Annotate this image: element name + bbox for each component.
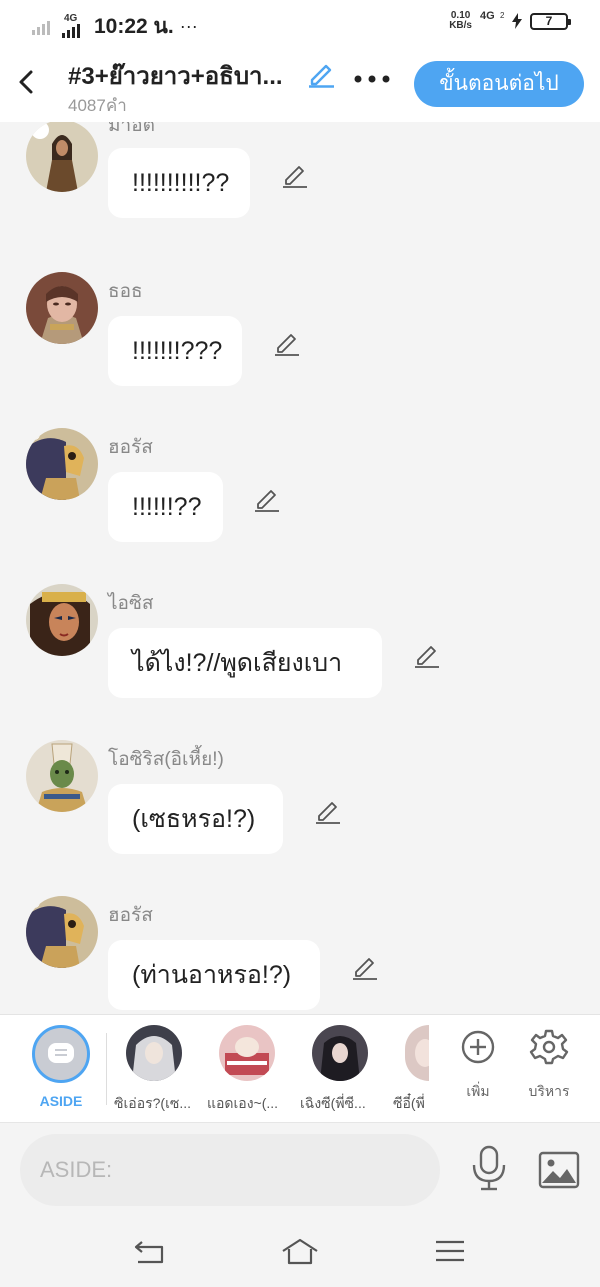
network-speed: 0.10 KB/s <box>449 11 472 31</box>
sender-name: ฮอรัส <box>108 437 153 458</box>
chat-area[interactable]: มาอัต !!!!!!!!!!?? ธอธ !!!!!!!??? ฮอรัส … <box>0 122 600 1014</box>
character-image <box>126 1025 182 1081</box>
character-avatar[interactable] <box>219 1025 275 1081</box>
avatar[interactable] <box>26 584 98 656</box>
character-label[interactable]: ซีอี๋(พี่ <box>393 1093 429 1115</box>
manage-gear-icon[interactable] <box>524 1027 574 1067</box>
edit-message-icon[interactable] <box>313 796 343 826</box>
sender-name: มาอัต <box>108 122 155 136</box>
avatar-image <box>26 740 98 812</box>
message-bubble[interactable]: (เซธหรอ!?) <box>108 784 283 854</box>
image-icon[interactable] <box>538 1151 580 1189</box>
status-dots: ··· <box>179 16 198 36</box>
microphone-icon[interactable] <box>470 1145 508 1191</box>
manage-label[interactable]: บริหาร <box>514 1081 584 1103</box>
message-bubble[interactable]: !!!!!!!!!!?? <box>108 148 250 218</box>
character-image <box>312 1025 368 1081</box>
network-indicator-right: 4G 2 <box>480 10 504 32</box>
system-nav-bar <box>0 1220 600 1287</box>
story-title[interactable]: #3+ย๊าวยาว+อธิบา... <box>68 56 283 95</box>
avatar-image <box>26 584 98 656</box>
message-row: โอซิริส(อิเหี้ย!) (เซธหรอ!?) <box>0 734 600 890</box>
message-row: มาอัต !!!!!!!!!!?? <box>0 122 600 266</box>
edit-message-icon[interactable] <box>272 328 302 358</box>
avatar-image <box>26 272 98 344</box>
back-button[interactable] <box>14 64 42 100</box>
message-bubble[interactable]: (ท่านอาหรอ!?) <box>108 940 320 1010</box>
message-bubble[interactable]: !!!!!!!??? <box>108 316 242 386</box>
sender-name: ธอธ <box>108 281 143 302</box>
add-character-icon[interactable] <box>453 1027 503 1067</box>
avatar[interactable] <box>26 122 98 192</box>
battery-level: 7 <box>545 13 553 28</box>
nav-home-icon[interactable] <box>280 1236 320 1266</box>
character-image <box>405 1025 429 1081</box>
sender-name: ไอซิส <box>108 593 154 614</box>
next-step-button[interactable]: ขั้นตอนต่อไป <box>414 61 584 107</box>
character-image <box>219 1025 275 1081</box>
input-bar <box>0 1122 600 1220</box>
nav-menu-icon[interactable] <box>430 1236 470 1266</box>
character-picker: ASIDE ซิเอ่อร?(เซ... แอดเอง~(... เฉิงซี(… <box>0 1014 600 1122</box>
edit-message-icon[interactable] <box>280 160 310 190</box>
add-character-label[interactable]: เพิ่ม <box>443 1081 513 1103</box>
message-row: ฮอรัส !!!!!!?? <box>0 422 600 578</box>
avatar-image <box>26 122 98 192</box>
avatar[interactable] <box>26 896 98 968</box>
character-avatar[interactable] <box>126 1025 182 1081</box>
edit-title-icon[interactable] <box>306 58 336 88</box>
status-time: 10:22 น. <box>94 15 174 38</box>
message-bubble[interactable]: !!!!!!?? <box>108 472 223 542</box>
network-sub-right: 2 <box>500 11 505 20</box>
edit-message-icon[interactable] <box>350 952 380 982</box>
aside-chat-icon[interactable] <box>32 1025 90 1083</box>
status-right: 0.10 KB/s 4G 2 7 <box>449 10 571 32</box>
signal-icon-4g <box>62 23 80 38</box>
avatar[interactable] <box>26 428 98 500</box>
character-label[interactable]: เฉิงซี(พี่ซี... <box>300 1093 386 1115</box>
network-label-left: 4G <box>64 12 78 24</box>
network-indicator-left: 4G <box>62 12 88 38</box>
character-avatar[interactable] <box>405 1025 429 1081</box>
edit-message-icon[interactable] <box>412 640 442 670</box>
character-label[interactable]: ซิเอ่อร?(เซ... <box>114 1093 200 1115</box>
message-row: ธอธ !!!!!!!??? <box>0 266 600 422</box>
more-options-icon[interactable] <box>352 68 392 90</box>
character-label[interactable]: แอดเอง~(... <box>207 1093 293 1115</box>
network-label-right: 4G <box>480 10 495 22</box>
aside-label[interactable]: ASIDE <box>26 1093 96 1109</box>
edit-message-icon[interactable] <box>252 484 282 514</box>
character-avatar[interactable] <box>312 1025 368 1081</box>
signal-icon-left <box>32 20 50 35</box>
picker-divider <box>106 1033 107 1105</box>
status-left: 4G 10:22 น. ··· <box>32 10 198 43</box>
message-input[interactable] <box>20 1134 440 1206</box>
charging-icon <box>512 13 522 29</box>
sender-name: ฮอรัส <box>108 905 153 926</box>
message-bubble[interactable]: ได้ไง!?//พูดเสียงเบา <box>108 628 382 698</box>
battery-icon: 7 <box>530 12 571 30</box>
avatar-image <box>26 896 98 968</box>
avatar[interactable] <box>26 272 98 344</box>
avatar[interactable] <box>26 740 98 812</box>
network-speed-unit: KB/s <box>449 20 472 31</box>
message-row: ไอซิส ได้ไง!?//พูดเสียงเบา <box>0 578 600 734</box>
status-bar: 4G 10:22 น. ··· 0.10 KB/s 4G 2 7 <box>0 0 600 46</box>
avatar-image <box>26 428 98 500</box>
message-row: ฮอรัส (ท่านอาหรอ!?) <box>0 890 600 1014</box>
editor-header: #3+ย๊าวยาว+อธิบา... 4087คำ ขั้นตอนต่อไป <box>0 46 600 122</box>
nav-back-icon[interactable] <box>130 1236 170 1266</box>
word-count: 4087คำ <box>68 96 127 115</box>
sender-name: โอซิริส(อิเหี้ย!) <box>108 749 224 770</box>
